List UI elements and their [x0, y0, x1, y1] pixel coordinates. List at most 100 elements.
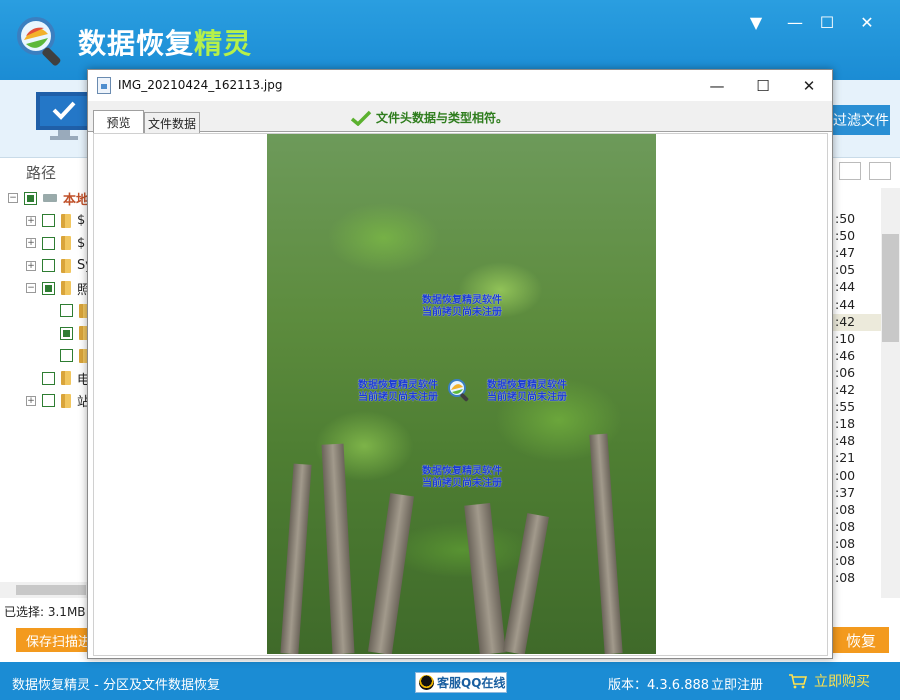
table-row[interactable]: :42	[833, 313, 881, 331]
dialog-minimize-button[interactable]: —	[694, 70, 740, 101]
dialog-title: IMG_20210424_162113.jpg	[118, 78, 283, 92]
table-row[interactable]: :08	[833, 553, 881, 570]
tree-item[interactable]: 电	[26, 369, 90, 388]
app-header: 数据恢复精灵 ▼ — ☐ ✕	[0, 0, 900, 80]
table-row[interactable]: :00	[833, 468, 881, 485]
shopping-cart-icon	[789, 674, 808, 689]
watermark-top: 数据恢复精灵软件 当前拷贝尚未注册	[422, 295, 502, 318]
minimize-button[interactable]: —	[780, 8, 810, 36]
table-row[interactable]: :48	[833, 433, 881, 450]
expand-icon[interactable]: +	[26, 215, 36, 226]
collapse-icon[interactable]: −	[8, 193, 18, 203]
scroll-thumb[interactable]	[16, 585, 86, 595]
folder-icon	[61, 371, 71, 385]
grid-view-icon[interactable]	[839, 162, 861, 180]
tree-checkbox[interactable]	[42, 259, 55, 272]
scroll-thumb[interactable]	[882, 234, 899, 342]
dialog-maximize-button[interactable]: ☐	[740, 70, 786, 101]
table-row[interactable]: :42	[833, 382, 881, 399]
table-row[interactable]: :05	[833, 262, 881, 279]
table-row[interactable]: :55	[833, 399, 881, 416]
table-row[interactable]: :18	[833, 416, 881, 433]
folder-icon	[61, 258, 71, 273]
tree-checkbox[interactable]	[60, 326, 73, 340]
dialog-close-button[interactable]: ✕	[786, 70, 832, 101]
table-row[interactable]: :10	[833, 331, 881, 348]
tree-checkbox[interactable]	[42, 236, 55, 250]
drive-icon	[43, 194, 57, 202]
green-check-icon	[350, 110, 372, 126]
collapse-icon[interactable]: −	[26, 283, 36, 293]
image-file-icon	[97, 77, 111, 94]
menu-icon[interactable]: ▼	[741, 8, 771, 36]
status-footer: 数据恢复精灵 - 分区及文件数据恢复 客服QQ在线 版本：4.3.6.888 立…	[0, 662, 900, 700]
close-button[interactable]: ✕	[852, 8, 882, 36]
table-row[interactable]: :46	[833, 348, 881, 365]
tree-checkbox[interactable]	[42, 214, 55, 227]
folder-icon	[61, 393, 71, 408]
table-row[interactable]: :50	[833, 211, 881, 228]
table-row[interactable]: :08	[833, 536, 881, 553]
preview-image: 数据恢复精灵软件 当前拷贝尚未注册 数据恢复精灵软件 当前拷贝尚未注册 数据恢复精灵…	[267, 134, 656, 654]
table-row[interactable]: :50	[833, 228, 881, 245]
qq-support-button[interactable]: 客服QQ在线	[415, 672, 507, 693]
tree-item-label: 本地	[63, 192, 90, 208]
table-row[interactable]: :21	[833, 450, 881, 467]
register-link[interactable]: 立即注册	[711, 674, 763, 693]
tree-item[interactable]: + Sy	[26, 257, 93, 275]
expand-icon[interactable]: +	[26, 395, 36, 406]
tree-checkbox[interactable]	[42, 281, 55, 295]
selected-size-status: 已选择: 3.1MB	[4, 605, 86, 619]
vertical-scrollbar[interactable]	[881, 188, 900, 598]
folder-icon	[61, 281, 71, 295]
tree-item[interactable]: + 站	[26, 392, 90, 410]
tab-preview[interactable]: 预览	[93, 110, 144, 133]
tree-checkbox[interactable]	[60, 349, 73, 362]
watermark-bottom: 数据恢复精灵软件 当前拷贝尚未注册	[422, 466, 502, 489]
table-row[interactable]: :08	[833, 570, 881, 587]
tree-checkbox[interactable]	[42, 371, 55, 385]
preview-dialog: IMG_20210424_162113.jpg — ☐ ✕ 预览 文件数据 文件…	[87, 69, 833, 659]
tree-item[interactable]: − 照	[26, 279, 90, 298]
recover-button[interactable]: 恢复	[833, 627, 889, 653]
tree-item[interactable]: + $	[26, 212, 85, 230]
magnifier-logo-icon	[17, 17, 61, 66]
table-row[interactable]: :47	[833, 245, 881, 262]
maximize-button[interactable]: ☐	[812, 8, 842, 36]
table-row[interactable]: :08	[833, 519, 881, 536]
folder-icon	[61, 213, 71, 228]
dialog-titlebar: IMG_20210424_162113.jpg — ☐ ✕	[88, 70, 832, 101]
path-header: 路径	[26, 164, 57, 182]
table-row[interactable]: :44	[833, 297, 881, 314]
filter-files-button[interactable]: 过滤文件	[830, 105, 890, 135]
folder-icon	[61, 236, 71, 250]
table-row[interactable]: :06	[833, 365, 881, 382]
horizontal-scrollbar[interactable]	[0, 582, 90, 598]
path-tree-panel: 路径 − 本地 + $ + $ + Sy − 照电 + 站	[0, 158, 93, 598]
footer-title: 数据恢复精灵 - 分区及文件数据恢复	[12, 678, 220, 693]
monitor-check-icon[interactable]	[34, 90, 94, 144]
table-row[interactable]: :08	[833, 502, 881, 519]
file-list-panel: :50:50:47:05:44:44:42:10:46:06:42:55:18:…	[833, 158, 900, 598]
header-match-message: 文件头数据与类型相符。	[350, 109, 508, 126]
tree-item-label: $	[77, 235, 86, 251]
tree-item-label: $	[77, 213, 86, 228]
tree-item[interactable]: − 本地	[8, 189, 90, 208]
watermark-left: 数据恢复精灵软件 当前拷贝尚未注册	[358, 380, 438, 403]
qq-penguin-icon	[419, 675, 434, 690]
table-row[interactable]: :44	[833, 279, 881, 296]
tree-item[interactable]: + $	[26, 234, 85, 252]
app-title: 数据恢复精灵	[78, 27, 253, 60]
image-preview-area: 数据恢复精灵软件 当前拷贝尚未注册 数据恢复精灵软件 当前拷贝尚未注册 数据恢复精灵…	[93, 133, 828, 656]
expand-icon[interactable]: +	[26, 260, 36, 271]
tree-checkbox[interactable]	[24, 191, 37, 205]
tree-checkbox[interactable]	[42, 394, 55, 407]
tab-file-data[interactable]: 文件数据	[144, 112, 200, 133]
list-view-icon[interactable]	[869, 162, 891, 180]
tree-checkbox[interactable]	[60, 304, 73, 317]
expand-icon[interactable]: +	[26, 238, 36, 248]
table-row[interactable]: :37	[833, 485, 881, 502]
watermark-right: 数据恢复精灵软件 当前拷贝尚未注册	[487, 380, 567, 403]
buy-link[interactable]: 立即购买	[788, 671, 870, 691]
save-scan-progress-button[interactable]: 保存扫描进度	[16, 628, 90, 652]
